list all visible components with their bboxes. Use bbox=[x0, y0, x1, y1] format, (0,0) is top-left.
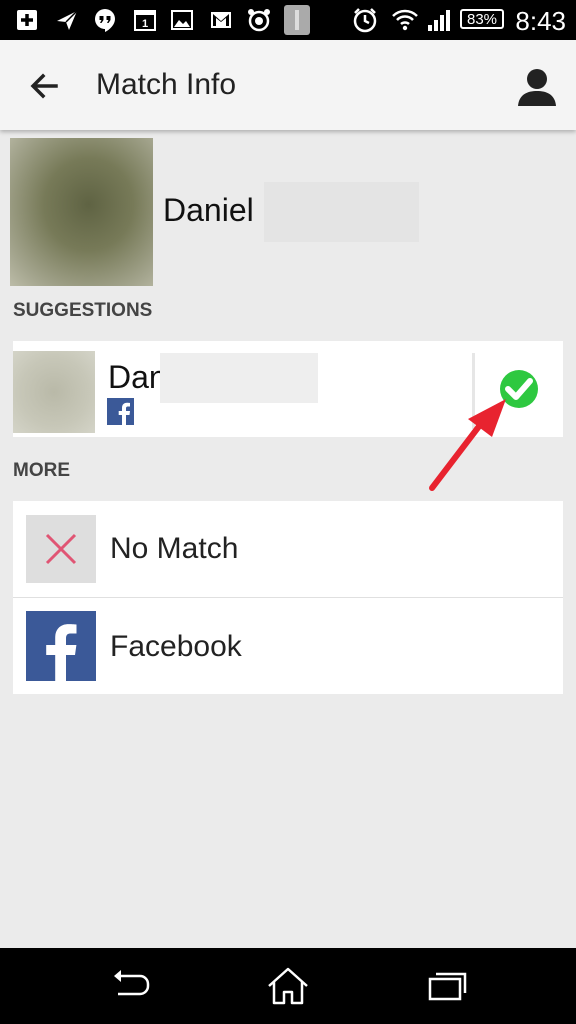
facebook-row[interactable]: Facebook bbox=[13, 598, 563, 694]
page-title: Match Info bbox=[96, 68, 237, 101]
gmail-icon bbox=[208, 7, 234, 33]
person-icon[interactable] bbox=[514, 64, 560, 110]
facebook-icon bbox=[107, 398, 134, 425]
section-header-suggestions: SUGGESTIONS bbox=[13, 300, 153, 321]
annotation-arrow bbox=[429, 399, 506, 491]
facebook-icon bbox=[26, 611, 96, 681]
arrow-back-icon[interactable] bbox=[24, 65, 66, 107]
hangouts-icon bbox=[92, 7, 118, 33]
app-bar: Match Info bbox=[0, 40, 576, 130]
calendar-day: 1 bbox=[142, 18, 148, 30]
add-icon bbox=[14, 7, 40, 33]
recents-icon[interactable] bbox=[424, 966, 470, 1006]
notification-icon bbox=[284, 5, 310, 35]
battery-level: 83% bbox=[466, 10, 498, 28]
more-list: No Match Facebook bbox=[13, 501, 563, 694]
no-match-row[interactable]: No Match bbox=[13, 501, 563, 598]
gallery-icon bbox=[169, 7, 195, 33]
clock: 8:43 bbox=[515, 6, 566, 36]
redacted-surname bbox=[264, 182, 419, 242]
status-bar: 1 83% 8:43 bbox=[0, 0, 576, 40]
signal-icon bbox=[426, 7, 452, 33]
section-header-more: MORE bbox=[13, 460, 70, 481]
back-nav-icon[interactable] bbox=[106, 966, 152, 1006]
redacted-suggestion-name bbox=[160, 353, 318, 403]
suggestion-name: Dan bbox=[108, 359, 167, 395]
battery-icon: 83% bbox=[460, 9, 504, 29]
wifi-icon bbox=[392, 7, 418, 33]
suggestion-photo bbox=[13, 351, 95, 433]
close-icon bbox=[26, 515, 96, 583]
match-name: Daniel bbox=[163, 192, 254, 228]
home-icon[interactable] bbox=[265, 966, 311, 1006]
alarm-app-icon bbox=[246, 7, 272, 33]
facebook-label: Facebook bbox=[110, 630, 242, 663]
calendar-icon: 1 bbox=[132, 7, 158, 33]
match-photo bbox=[10, 138, 153, 286]
no-match-label: No Match bbox=[110, 532, 239, 565]
navigation-bar bbox=[0, 948, 576, 1024]
alarm-clock-icon bbox=[352, 7, 378, 33]
paper-plane-icon bbox=[54, 7, 80, 33]
